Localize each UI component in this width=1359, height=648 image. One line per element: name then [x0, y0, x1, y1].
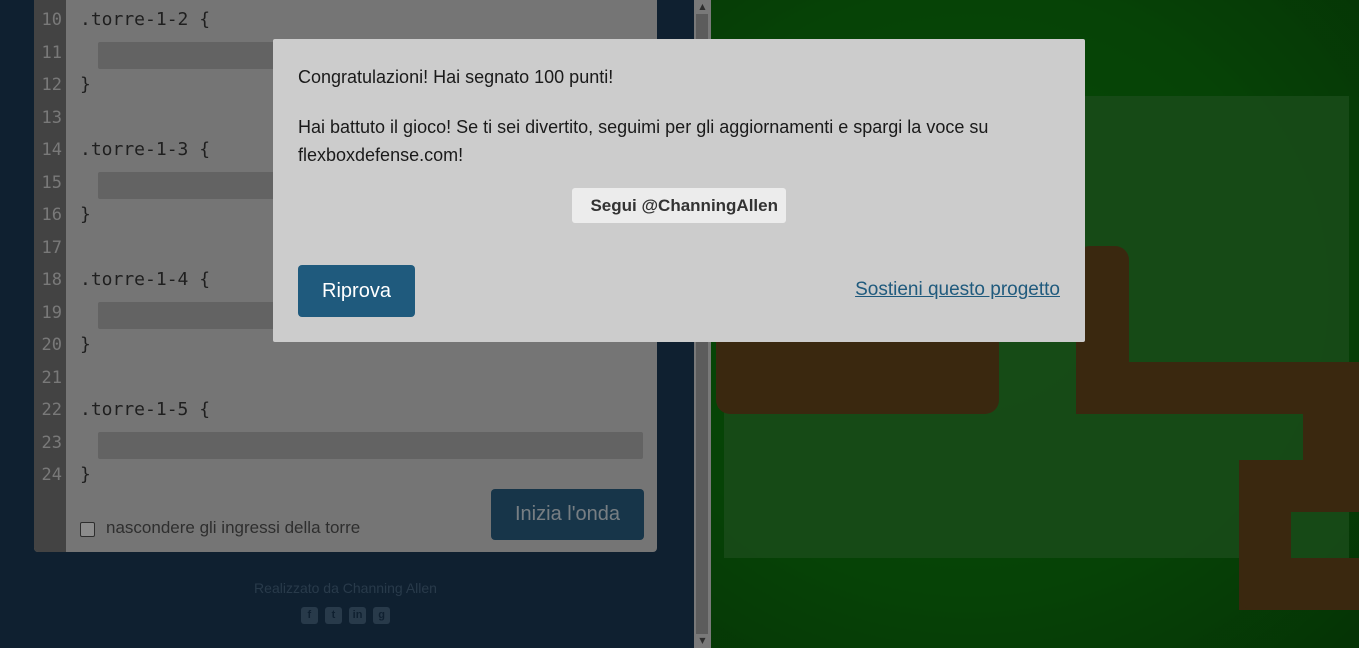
dialog-title: Congratulazioni! Hai segnato 100 punti!: [298, 67, 614, 87]
win-dialog: Congratulazioni! Hai segnato 100 punti! …: [273, 39, 1085, 342]
retry-button[interactable]: Riprova: [298, 265, 415, 317]
support-project-link[interactable]: Sostieni questo progetto: [855, 279, 1060, 301]
follow-twitter-button[interactable]: Segui @ChanningAllen: [572, 188, 786, 223]
dialog-message: Hai battuto il gioco! Se ti sei divertit…: [298, 117, 989, 165]
